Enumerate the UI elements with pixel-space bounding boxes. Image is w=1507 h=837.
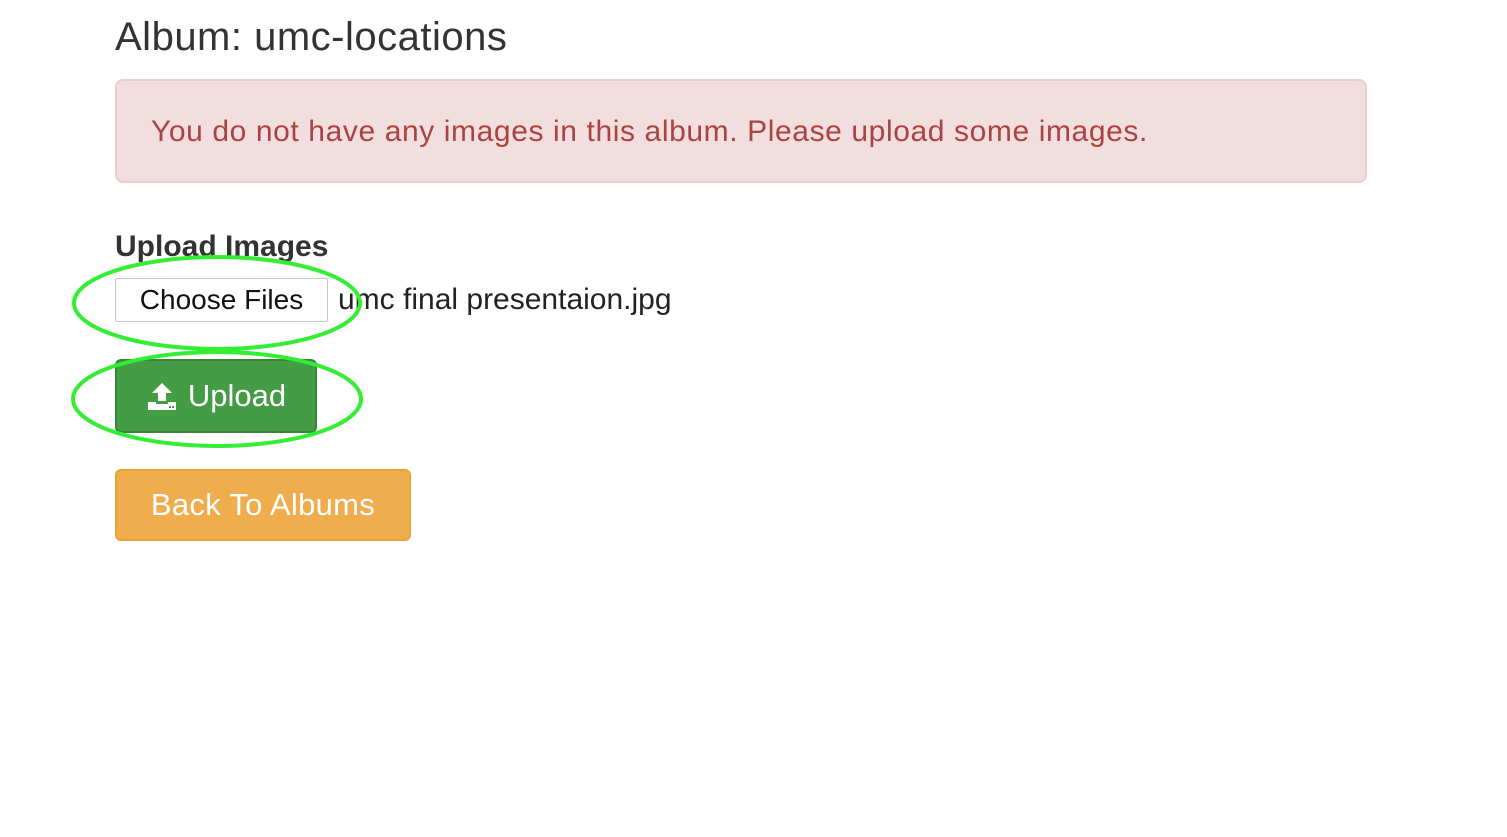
empty-album-alert: You do not have any images in this album… xyxy=(115,79,1367,183)
upload-button[interactable]: Upload xyxy=(115,359,317,433)
choose-files-button[interactable]: Choose Files xyxy=(115,278,328,322)
upload-images-label: Upload Images xyxy=(115,230,329,263)
album-page: Album: umc-locations You do not have any… xyxy=(0,0,1507,837)
back-to-albums-button[interactable]: Back To Albums xyxy=(115,469,411,541)
page-title: Album: umc-locations xyxy=(115,15,508,59)
upload-icon xyxy=(147,383,176,410)
upload-button-label: Upload xyxy=(187,378,287,413)
selected-file-name: umc final presentaion.jpg xyxy=(338,283,672,316)
alert-message: You do not have any images in this album… xyxy=(151,115,1148,148)
